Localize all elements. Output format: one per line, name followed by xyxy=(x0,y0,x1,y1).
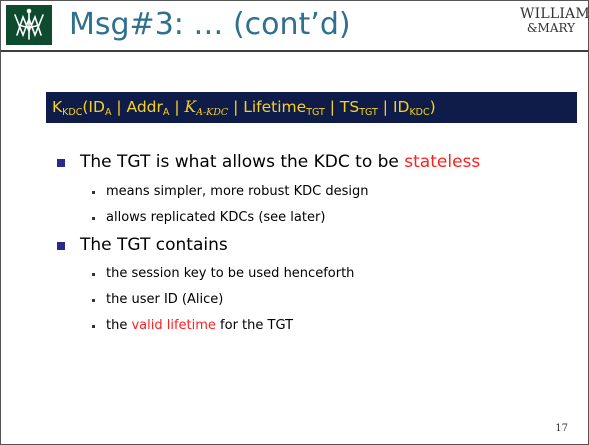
william-and-mary-logo: WILLIAM &MARY xyxy=(520,6,589,35)
slide-title: Msg#3: … (cont’d) xyxy=(69,7,351,42)
sub-bullet-text: the session key to be used henceforth xyxy=(106,266,355,281)
sub-bullet-text-end: for the TGT xyxy=(215,318,294,333)
bullet-text: The TGT contains xyxy=(80,235,228,255)
formula-id-kdc: ID xyxy=(392,98,410,116)
sub-bullet-text: the xyxy=(106,318,132,333)
sub-bullet-text: means simpler, more robust KDC design xyxy=(106,184,369,199)
brand-line-2: &MARY xyxy=(526,21,576,35)
formula-k: K xyxy=(52,98,63,116)
sub-bullet-text: the user ID (Alice) xyxy=(106,292,224,307)
formula-sep-3: | xyxy=(228,98,244,116)
formula-lifetime: Lifetime xyxy=(243,98,307,116)
sub-bullet-dot-icon xyxy=(92,217,95,220)
formula-k-sub: KDC xyxy=(62,107,83,118)
formula-lifetime-sub: TGT xyxy=(306,107,325,118)
title-bar: Msg#3: … (cont’d) WILLIAM &MARY xyxy=(1,1,589,52)
formula-sep-5: | xyxy=(377,98,393,116)
bullet-text: The TGT is what allows the KDC to be xyxy=(80,152,405,172)
sub-bullet-dot-icon xyxy=(92,273,95,276)
sub-bullet-dot-icon xyxy=(92,325,95,328)
slide: Msg#3: … (cont’d) WILLIAM &MARY KKDC(IDA… xyxy=(0,0,589,445)
sub-bullet-dot-icon xyxy=(92,191,95,194)
formula-sep-2: | xyxy=(169,98,185,116)
formula-id: ID xyxy=(88,98,105,116)
formula-ts: TS xyxy=(339,98,360,116)
bullet-highlight: stateless xyxy=(404,152,481,172)
formula-key: K xyxy=(184,98,197,116)
formula-id-kdc-sub: KDC xyxy=(409,107,430,118)
formula-ts-sub: TGT xyxy=(359,107,378,118)
sub-bullet-dot-icon xyxy=(92,299,95,302)
sub-bullet-text: allows replicated KDCs (see later) xyxy=(106,210,326,225)
square-bullet-icon xyxy=(57,242,65,250)
william-and-mary-cypher-icon xyxy=(6,5,52,45)
formula-key-sub: A-KDC xyxy=(196,107,229,118)
brand-line-1: WILLIAM xyxy=(520,6,589,22)
sub-bullet-highlight: valid lifetime xyxy=(131,318,216,333)
formula-close: ) xyxy=(429,98,436,116)
formula-sep-4: | xyxy=(324,98,340,116)
formula-sep-1: | xyxy=(111,98,127,116)
formula-addr: Addr xyxy=(126,98,163,116)
tgt-formula-banner: KKDC(IDA | AddrA | KA-KDC | LifetimeTGT … xyxy=(46,92,577,123)
square-bullet-icon xyxy=(57,159,65,167)
page-number: 17 xyxy=(555,423,568,434)
